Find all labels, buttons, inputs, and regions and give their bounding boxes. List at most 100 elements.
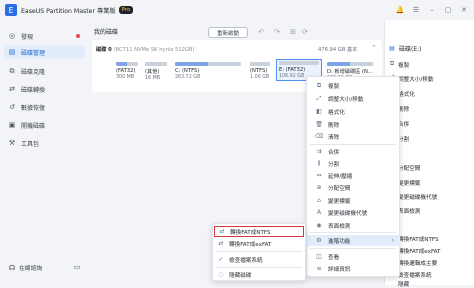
boot-icon: ▣ <box>8 121 16 129</box>
panel-item-drive-letter[interactable]: 變更磁碟機代號 <box>398 193 437 201</box>
letter-icon: A <box>316 209 322 216</box>
redo-icon[interactable]: ↷ <box>272 27 282 37</box>
panel-item-surface-test[interactable]: 表面檢測 <box>398 207 420 215</box>
submenu-item-fat-to-exfat[interactable]: ⇄ 轉換FAT成exFAT <box>214 238 304 249</box>
online-help-link[interactable]: ☊ 在線諮詢 <box>8 263 42 273</box>
partition[interactable]: C: (NTFS) 263.72 GB <box>175 62 241 80</box>
merge-icon: ⇉ <box>316 148 322 155</box>
convert-icon: ⇄ <box>218 240 224 247</box>
submenu-item-check-fs[interactable]: ✓ 檢查檔案系統 <box>214 254 304 265</box>
delete-icon: 🗑 <box>315 121 323 128</box>
panel-item-fat-to-ntfs[interactable]: 轉換FAT成NTFS <box>398 235 439 243</box>
menu-item-resize[interactable]: ⤢ 調整大小/移動 <box>306 93 400 104</box>
view-toggle-icon[interactable]: ⊞ <box>288 27 298 37</box>
menu-separator <box>310 232 396 233</box>
menu-item-label[interactable]: ⌂ 變更標籤 <box>306 195 400 206</box>
menu-separator <box>310 144 396 145</box>
sidebar-item-disk-management[interactable]: ▤ 磁碟管理 <box>4 45 85 59</box>
usage-bar <box>145 62 167 66</box>
partition[interactable]: (NTFS) 1.00 GB <box>250 62 270 80</box>
sidebar <box>0 20 89 285</box>
format-icon: ◧ <box>316 108 322 115</box>
minimize-icon[interactable]: – <box>426 4 438 16</box>
disk-icon: ▤ <box>8 48 16 56</box>
usage-bar <box>175 62 241 66</box>
sidebar-item-disk-convert[interactable]: ⇄ 磁碟轉換 <box>4 82 85 96</box>
reboot-button[interactable]: 重新啟動 <box>208 27 248 38</box>
usage-bar <box>116 62 138 66</box>
notification-dot <box>76 34 80 38</box>
title-bar: E EaseUS Partition Master 專業版 Pro 🔔 ☰ – … <box>0 0 474 20</box>
menu-separator <box>216 251 302 252</box>
menu-item-delete[interactable]: 🗑 刪除 <box>306 119 400 130</box>
chevron-right-icon: › <box>391 237 394 244</box>
menu-item-copy[interactable]: ⧉ 複製 <box>306 80 400 91</box>
panel-item-logical-to-primary[interactable]: 轉換邏輯成主要 <box>398 259 437 267</box>
recovery-icon: ↺ <box>9 103 15 111</box>
convert-icon: ⇄ <box>219 228 225 235</box>
panel-item-label[interactable]: 變更標籤 <box>398 179 420 187</box>
menu-item-split[interactable]: ⫼ 分割 <box>306 158 400 169</box>
submenu-item-fat-to-ntfs[interactable]: ⇄ 轉換FAT成NTFS <box>214 226 304 237</box>
menu-separator <box>310 248 396 249</box>
pro-badge: Pro <box>118 6 134 14</box>
page-title: 我的磁碟 <box>94 29 119 36</box>
close-icon[interactable]: ✕ <box>458 4 470 16</box>
partition[interactable]: (其他) 16 MB <box>145 62 167 81</box>
headset-icon: ☊ <box>8 263 16 272</box>
sidebar-item-disk-clone[interactable]: ⧉ 磁碟克隆 <box>4 64 85 78</box>
menu-separator <box>216 267 302 268</box>
menu-item-format[interactable]: ◧ 格式化 <box>306 106 400 117</box>
menu-icon[interactable]: ☰ <box>410 4 422 16</box>
sidebar-item-boot-disk[interactable]: ▣ 開機磁碟 <box>4 118 85 132</box>
undo-icon[interactable]: ↶ <box>256 27 266 37</box>
panel-item-format[interactable]: 格式化 <box>398 90 415 98</box>
menu-item-view[interactable]: ◫ 查看 <box>306 251 400 262</box>
disk-capacity: 476.94 GB 基本 <box>318 47 358 53</box>
panel-item-hide[interactable]: 隱藏 <box>398 280 409 288</box>
panel-item-fat-to-exfat[interactable]: 轉換FAT成exFAT <box>398 247 440 255</box>
operations-panel-header: ▤ 磁碟(E:) <box>389 45 422 53</box>
allocate-icon: ⊕ <box>316 184 322 191</box>
menu-item-wipe[interactable]: ⌫ 清除 <box>306 131 400 142</box>
menu-item-merge[interactable]: ⇉ 合併 <box>306 146 400 157</box>
sidebar-item-data-recovery[interactable]: ↺ 數據恢復 <box>4 100 85 114</box>
menu-item-details[interactable]: ≡ 詳細資訊 <box>306 263 400 274</box>
menu-item-drive-letter[interactable]: A 變更磁碟機代號 <box>306 207 400 218</box>
menu-item-allocate[interactable]: ⊕ 分配空間 <box>306 182 400 193</box>
refresh-icon[interactable]: ⟳ <box>300 27 310 37</box>
menu-item-advanced[interactable]: ⚙ 進階功能 › <box>306 235 400 246</box>
submenu-item-hide[interactable]: ◌ 隱藏磁碟 <box>214 269 304 280</box>
menu-item-surface-test[interactable]: ◉ 表面檢測 <box>306 220 400 231</box>
disk-header: 磁碟 0 (BC711 NVMe SK hynix 512GB) <box>96 47 195 53</box>
menu-item-extend-shrink[interactable]: ⇔ 延伸/壓縮 <box>306 170 400 181</box>
panel-item-check-fs[interactable]: 檢查檔案系統 <box>398 271 432 279</box>
partition[interactable]: (FAT32) 300 MB <box>116 62 138 80</box>
split-icon: ⫼ <box>317 159 321 167</box>
check-icon: ✓ <box>218 256 224 263</box>
maximize-icon[interactable]: ▢ <box>442 4 454 16</box>
panel-item-resize[interactable]: 調整大小/移動 <box>398 75 433 83</box>
surface-test-icon: ◉ <box>316 222 322 229</box>
advanced-icon: ⚙ <box>316 237 322 244</box>
view-icon: ◫ <box>316 253 322 260</box>
usage-bar <box>327 62 373 66</box>
sidebar-item-toolkit[interactable]: ⚒ 工具包 <box>4 136 85 150</box>
app-window: E EaseUS Partition Master 專業版 Pro 🔔 ☰ – … <box>0 0 474 288</box>
extend-icon: ⇔ <box>316 172 322 179</box>
panel-item-copy[interactable]: 複製 <box>398 61 409 69</box>
chat-icon[interactable]: ▭ <box>72 262 82 272</box>
sidebar-item-discover[interactable]: ◎ 發現 <box>4 29 85 43</box>
panel-item-allocate[interactable]: 分配空間 <box>398 164 420 172</box>
disk-icon: ▤ <box>389 45 395 52</box>
chevron-up-icon[interactable]: ^ <box>372 45 376 51</box>
convert-icon: ⇄ <box>9 85 15 93</box>
wipe-icon: ⌫ <box>314 133 324 140</box>
copy-icon: ⧉ <box>316 81 322 89</box>
usage-bar <box>250 62 270 66</box>
clone-icon: ⧉ <box>9 66 15 75</box>
hide-icon: ◌ <box>218 271 224 278</box>
bell-icon[interactable]: 🔔 <box>394 4 406 16</box>
compass-icon: ◎ <box>8 32 16 40</box>
usage-bar <box>279 61 319 65</box>
